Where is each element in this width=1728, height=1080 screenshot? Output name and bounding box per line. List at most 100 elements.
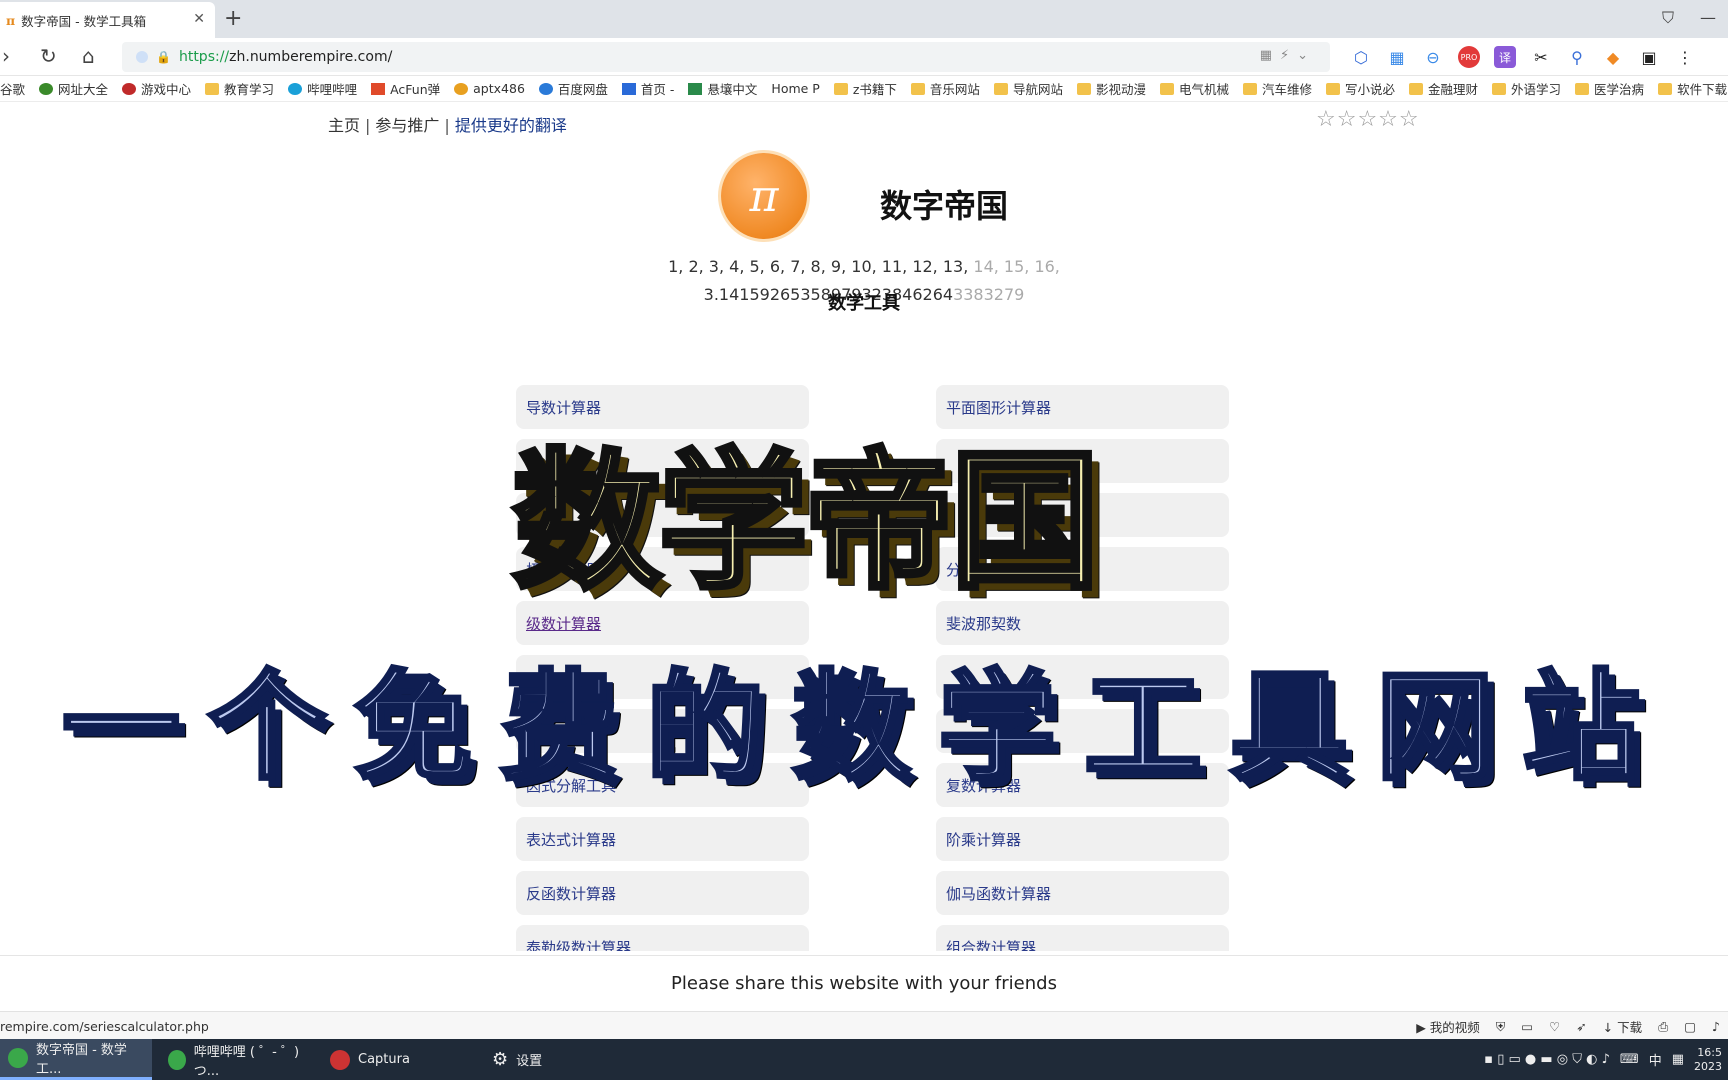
folder-icon: [910, 82, 925, 95]
bookmark-item[interactable]: 谷歌: [0, 79, 25, 98]
pi-favicon-icon: π: [6, 12, 16, 28]
bookmark-item[interactable]: 音乐网站: [910, 79, 980, 98]
tool-link[interactable]: 组合数计算器: [936, 925, 1229, 951]
tab-bar: π 数字帝国 - 数学工具箱 ✕ + ⛉ —: [0, 0, 1728, 38]
bookmark-item[interactable]: 医学治病: [1575, 79, 1644, 98]
bookmark-item[interactable]: 导航网站: [993, 79, 1063, 98]
more-icon[interactable]: ⋮: [1674, 46, 1696, 68]
overlay-subtitle: 一个免费的数学工具网站: [60, 656, 1669, 798]
promote-link[interactable]: 参与推广: [375, 116, 439, 135]
task-settings[interactable]: ⚙ 设置: [484, 1039, 634, 1080]
bookmark-item[interactable]: 网址大全: [39, 79, 108, 98]
folder-icon: [993, 82, 1008, 95]
bookmark-item[interactable]: 百度网盘: [538, 79, 608, 98]
site-icon: [122, 82, 137, 95]
bookmark-item[interactable]: AcFun弹: [371, 79, 440, 98]
tool-link[interactable]: 阶乘计算器: [936, 817, 1229, 861]
folder-icon: [1658, 82, 1673, 95]
url-scheme: https://: [178, 49, 230, 65]
translate-link[interactable]: 提供更好的翻译: [455, 116, 567, 135]
heart-icon[interactable]: ♡: [1549, 1019, 1560, 1034]
bookmark-item[interactable]: 影视动漫: [1076, 79, 1146, 98]
address-actions[interactable]: ▦⚡⌄: [1260, 48, 1316, 63]
site-title: 数字帝国: [880, 187, 1009, 225]
tool-link[interactable]: 反函数计算器: [516, 871, 809, 915]
bookmark-item[interactable]: 首页 -: [621, 79, 674, 98]
task-browser[interactable]: 数字帝国 - 数学工...: [0, 1039, 152, 1080]
tools-heading: 数学工具: [828, 293, 900, 314]
search-icon[interactable]: ⚲: [1566, 46, 1588, 68]
tool-link[interactable]: 表达式计算器: [516, 817, 809, 861]
bookmark-item[interactable]: 汽车维修: [1242, 79, 1312, 98]
site-icon: [688, 82, 703, 95]
bookmark-item[interactable]: 电气机械: [1159, 79, 1229, 98]
reload-icon[interactable]: ↻: [40, 44, 57, 68]
translate-icon[interactable]: 译: [1494, 46, 1516, 68]
folder-icon: [205, 82, 220, 95]
home-link[interactable]: 主页: [328, 116, 360, 135]
image-icon[interactable]: ▭: [1521, 1019, 1533, 1034]
browser-tab[interactable]: π 数字帝国 - 数学工具箱 ✕: [0, 2, 215, 38]
game-icon[interactable]: ◆: [1602, 46, 1624, 68]
ime-indicator[interactable]: 中: [1649, 1050, 1662, 1069]
bookmark-item[interactable]: 金融理财: [1409, 79, 1478, 98]
shield-icon[interactable]: ⛨: [1496, 1019, 1505, 1035]
minimize-icon[interactable]: —: [1700, 8, 1716, 27]
calendar-icon[interactable]: ▦: [1672, 1052, 1684, 1067]
clock[interactable]: 16:5 2023: [1694, 1046, 1722, 1074]
forward-icon[interactable]: ›: [2, 44, 10, 68]
keyboard-icon[interactable]: ⌨: [1620, 1052, 1639, 1067]
my-video-button[interactable]: ▶ 我的视频: [1416, 1017, 1480, 1036]
status-bar: rempire.com/seriescalculator.php ▶ 我的视频 …: [0, 1011, 1728, 1039]
window-menu-icon[interactable]: ⛉: [1662, 8, 1674, 28]
web-page: 主页 | 参与推广 | 提供更好的翻译 ☆☆☆☆☆ π 数字帝国 1, 2, 3, 4,…: [0, 103, 1728, 951]
task-bilibili[interactable]: 哔哩哔哩 ( ゜- ゜)つ...: [160, 1039, 310, 1080]
new-tab-icon[interactable]: +: [224, 6, 242, 31]
pro-icon[interactable]: PRO: [1458, 46, 1480, 68]
url-host: zh.numberempire.com/: [229, 49, 393, 65]
address-bar[interactable]: 🔒 https:// zh.numberempire.com/ ▦⚡⌄: [122, 42, 1330, 72]
bookmark-item[interactable]: z书籍下: [833, 79, 897, 98]
folder-icon: [1076, 82, 1091, 95]
scissors-icon[interactable]: ✂: [1530, 46, 1552, 68]
print-icon[interactable]: ⎙: [1658, 1019, 1668, 1035]
download-button[interactable]: ↓ 下载: [1603, 1017, 1642, 1036]
hover-url: rempire.com/seriescalculator.php: [0, 1019, 209, 1034]
volume-icon[interactable]: ♪: [1712, 1019, 1720, 1034]
tool-link[interactable]: 伽马函数计算器: [936, 871, 1229, 915]
number-sequence: 1, 2, 3, 4, 5, 6, 7, 8, 9, 10, 11, 12, 1…: [668, 257, 1060, 276]
folder-icon: [1242, 82, 1257, 95]
tool-link[interactable]: 泰勒级数计算器: [516, 925, 809, 951]
bookmark-item[interactable]: aptx486: [454, 81, 525, 96]
bookmark-item[interactable]: 哔哩哔哩: [288, 79, 357, 98]
folder-icon: [1575, 82, 1590, 95]
bookmark-item[interactable]: 写小说必: [1326, 79, 1395, 98]
folder-icon: [1492, 82, 1507, 95]
minus-circle-icon[interactable]: ⊖: [1422, 46, 1444, 68]
tray-icons[interactable]: ▪ ▯ ▭ ● ▬ ◎ ⛉ ◐ ♪: [1484, 1052, 1610, 1067]
rating-stars[interactable]: ☆☆☆☆☆: [1316, 107, 1420, 132]
apps-grid-icon[interactable]: ▦: [1386, 46, 1408, 68]
bookmark-item[interactable]: 外语学习: [1492, 79, 1561, 98]
folder-icon: [1326, 82, 1340, 95]
pi-logo-icon: π: [749, 170, 779, 222]
rocket-icon[interactable]: ➶: [1576, 1019, 1586, 1034]
cube-icon[interactable]: ⬡: [1350, 46, 1372, 68]
qr-icon[interactable]: ▣: [1638, 46, 1660, 68]
extension-icons: ⬡ ▦ ⊖ PRO 译 ✂ ⚲ ◆ ▣ ⋮: [1350, 46, 1696, 68]
site-icon: [454, 82, 469, 95]
site-logo[interactable]: π: [721, 153, 807, 239]
close-tab-icon[interactable]: ✕: [193, 11, 205, 27]
bookmark-item[interactable]: 教育学习: [205, 79, 274, 98]
task-captura[interactable]: Captura: [322, 1039, 472, 1080]
bookmark-item[interactable]: 悬壤中文: [688, 79, 757, 98]
bookmark-item[interactable]: 游戏中心: [122, 79, 191, 98]
bookmark-item[interactable]: 软件下载: [1658, 79, 1727, 98]
browser-app-icon: [8, 1048, 28, 1068]
window-icon[interactable]: ▢: [1684, 1019, 1696, 1034]
site-shield-icon: [136, 51, 148, 63]
site-icon: [39, 82, 54, 95]
system-tray: ▪ ▯ ▭ ● ▬ ◎ ⛉ ◐ ♪ ⌨ 中 ▦ 16:5 2023: [1484, 1039, 1722, 1080]
home-icon[interactable]: ⌂: [82, 44, 95, 68]
bookmark-item[interactable]: Home P: [771, 81, 819, 96]
